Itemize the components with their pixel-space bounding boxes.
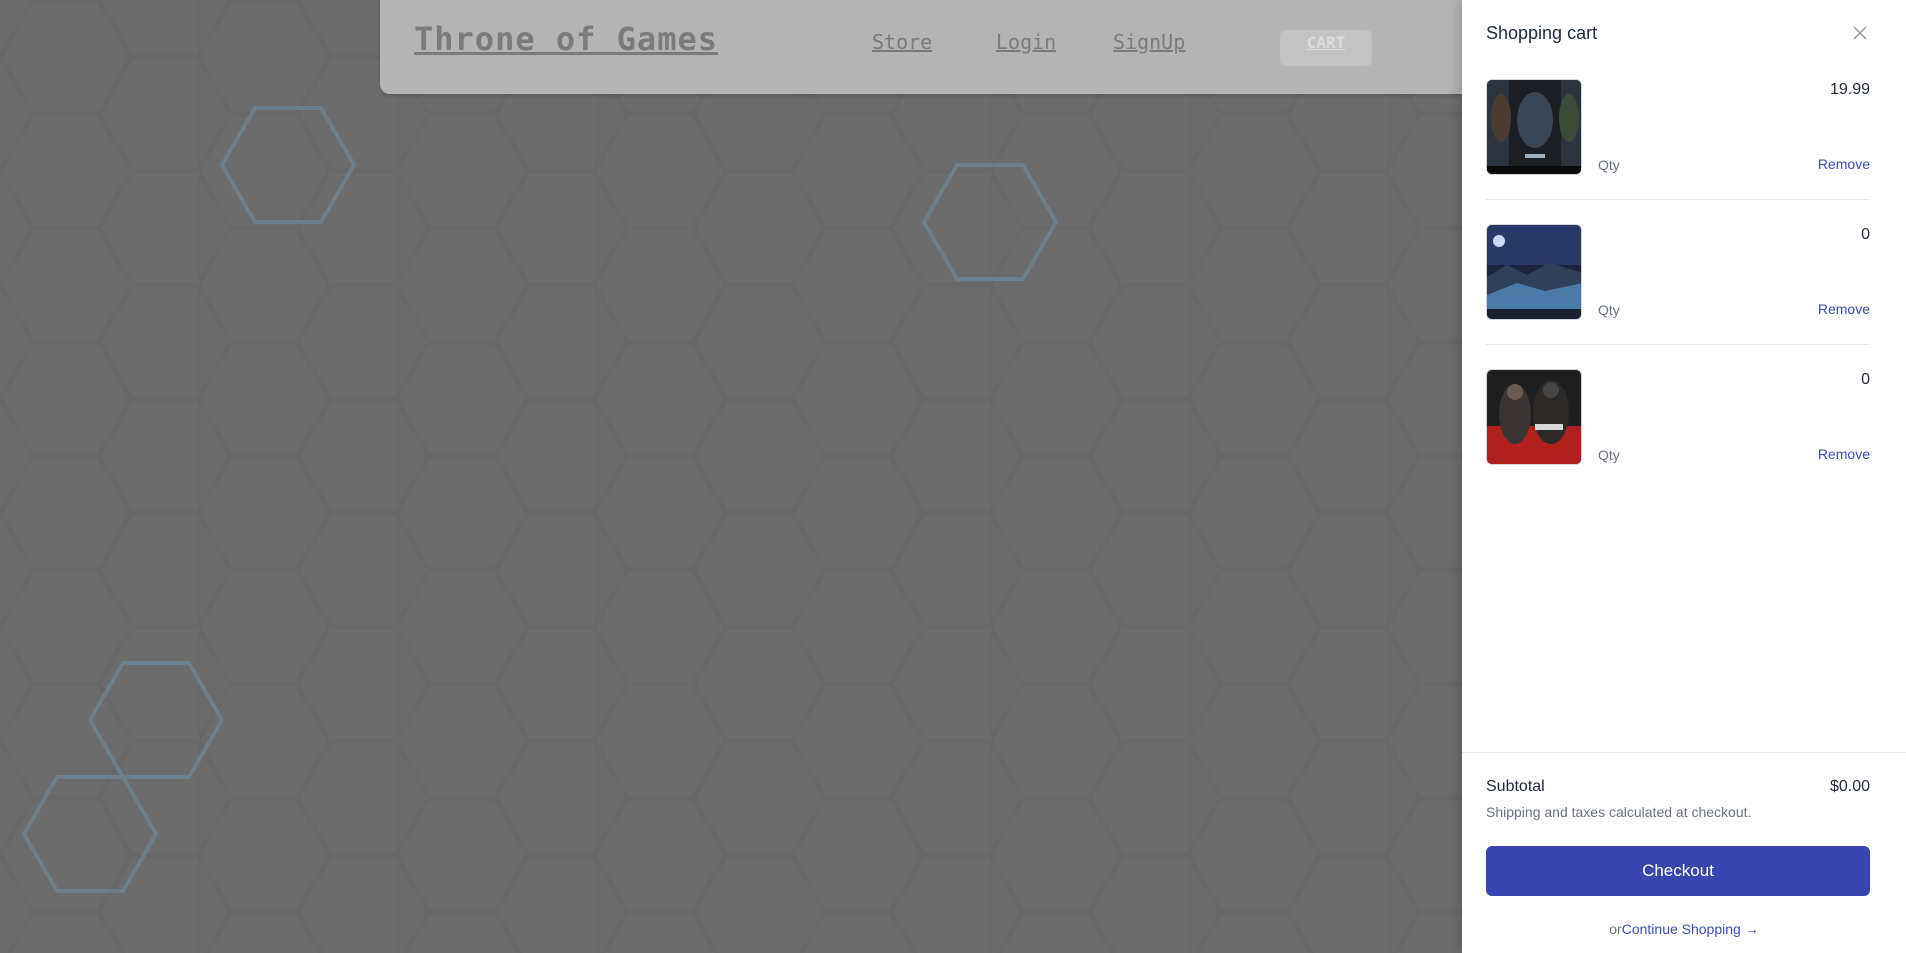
item-divider [1486,199,1870,200]
item-price: 0 [1861,371,1870,388]
cart-item: 0 Qty Remove [1486,369,1870,465]
continue-shopping-link[interactable]: Continue Shopping → [1622,921,1759,937]
subtotal-value: $0.00 [1829,778,1870,795]
item-price: 19.99 [1829,81,1870,98]
cart-title: Shopping cart [1486,23,1598,43]
nav-signup-link[interactable]: SignUp [1113,30,1185,54]
brand-logo[interactable]: Throne of Games [414,20,718,58]
cart-item: 19.99 Qty Remove [1486,79,1870,175]
remove-item-button[interactable]: Remove [1818,156,1870,172]
footer-divider [1462,752,1906,753]
subtotal-label: Subtotal [1486,778,1545,795]
item-qty-label: Qty [1598,447,1620,463]
site-header: Throne of Games Store Login SignUp CART [380,0,1580,94]
item-price: 0 [1861,226,1870,243]
item-qty-label: Qty [1598,157,1620,173]
nav-store-link[interactable]: Store [872,30,932,54]
remove-item-button[interactable]: Remove [1818,446,1870,462]
product-image[interactable] [1486,369,1582,465]
continue-prefix: or [1609,921,1622,937]
item-divider [1486,344,1870,345]
product-image[interactable] [1486,224,1582,320]
cart-item: 0 Qty Remove [1486,224,1870,320]
close-icon[interactable] [1849,22,1871,44]
shopping-cart-drawer: Shopping cart 19.99 Qty Remove 0 Qty Rem… [1462,0,1906,953]
nav-login-link[interactable]: Login [996,30,1056,54]
cart-button[interactable]: CART [1280,30,1372,66]
remove-item-button[interactable]: Remove [1818,301,1870,317]
continue-shopping-row: orContinue Shopping → [1462,921,1906,937]
checkout-button[interactable]: Checkout [1486,846,1870,896]
shipping-note: Shipping and taxes calculated at checkou… [1486,804,1752,820]
product-image[interactable] [1486,79,1582,175]
item-qty-label: Qty [1598,302,1620,318]
